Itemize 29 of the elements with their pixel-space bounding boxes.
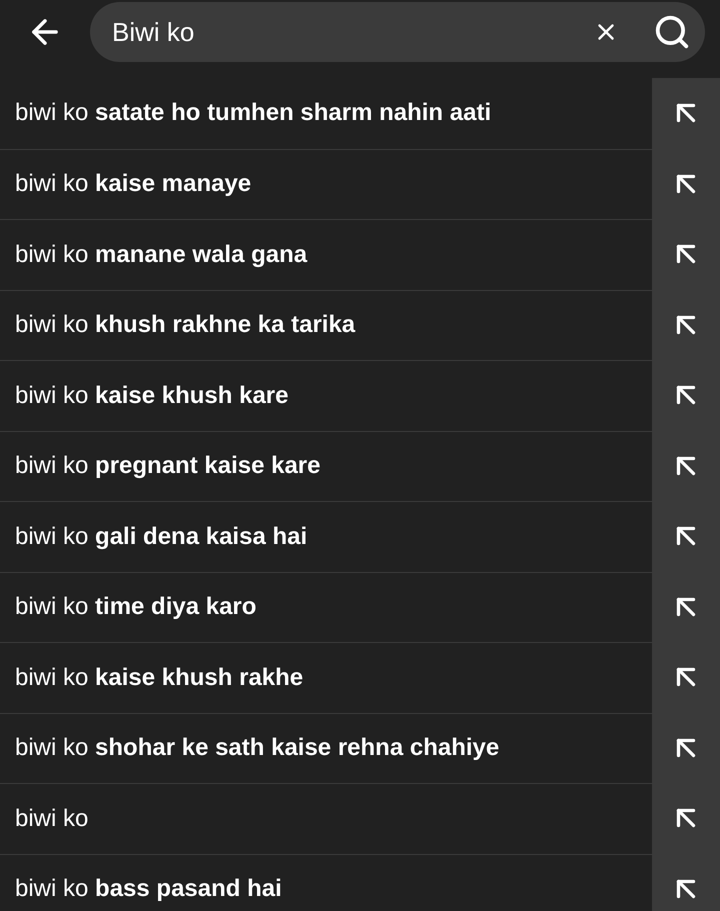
suggestion-item[interactable]: biwi ko gali dena kaisa hai — [0, 501, 720, 572]
suggestion-text: biwi ko kaise khush rakhe — [15, 662, 304, 693]
suggestion-text: biwi ko gali dena kaisa hai — [15, 522, 308, 552]
search-icon — [653, 13, 691, 51]
suggestion-text: biwi ko shohar ke sath kaise rehna chahiye — [15, 733, 500, 764]
suggestion-item[interactable]: biwi ko kaise khush rakhe — [0, 642, 720, 712]
search-field[interactable]: Biwi ko — [90, 2, 705, 62]
suggestion-text: biwi ko kaise khush kare — [15, 380, 288, 411]
suggestion-text: biwi ko pregnant kaise kare — [15, 451, 320, 482]
suggestion-text: biwi ko kaise manaye — [15, 169, 252, 200]
suggestion-item[interactable]: biwi ko manane wala gana — [0, 219, 720, 290]
suggestion-item[interactable]: biwi ko satate ho tumhen sharm nahin aati — [0, 78, 720, 148]
suggestion-text: biwi ko manane wala gana — [15, 240, 308, 270]
suggestion-item[interactable]: biwi ko khush rakhne ka tarika — [0, 290, 720, 360]
suggestion-text: biwi ko khush rakhne ka tarika — [15, 310, 356, 340]
suggestion-item[interactable]: biwi ko shohar ke sath kaise rehna chahiye — [0, 712, 720, 783]
suggestion-item[interactable]: biwi ko bass pasand hai — [0, 854, 720, 911]
suggestion-item[interactable]: biwi ko — [0, 783, 720, 854]
fill-query-button[interactable] — [652, 78, 720, 148]
suggestion-text: biwi ko satate ho tumhen sharm nahin aati — [15, 98, 492, 128]
suggestion-item[interactable]: biwi ko pregnant kaise kare — [0, 430, 720, 501]
suggestion-item[interactable]: biwi ko kaise khush kare — [0, 360, 720, 430]
suggestion-text: biwi ko — [15, 804, 88, 834]
suggestion-item[interactable]: biwi ko kaise manaye — [0, 148, 720, 219]
fill-query-button[interactable] — [652, 854, 720, 911]
suggestion-text: biwi ko time diya karo — [15, 592, 256, 622]
suggestion-item[interactable]: biwi ko time diya karo — [0, 572, 720, 642]
search-query-text: Biwi ko — [112, 16, 194, 48]
suggestion-text: biwi ko bass pasand hai — [15, 874, 282, 904]
